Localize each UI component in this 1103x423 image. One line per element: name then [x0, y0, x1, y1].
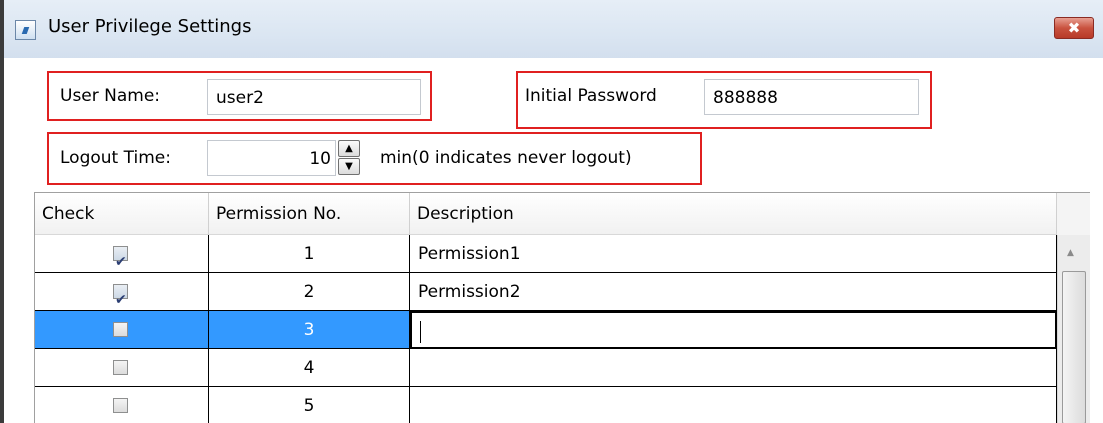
checkbox-unchecked[interactable] — [113, 322, 128, 337]
table-row[interactable]: 1 Permission1 — [35, 235, 1057, 281]
check-cell[interactable] — [35, 387, 209, 423]
logout-time-label: Logout Time: — [60, 148, 171, 168]
check-cell[interactable] — [35, 235, 209, 281]
check-cell[interactable] — [35, 273, 209, 319]
logout-time-field[interactable]: 10 — [207, 140, 336, 176]
checkbox-checked[interactable] — [113, 243, 128, 281]
table-row[interactable]: 5 — [35, 387, 1057, 423]
close-icon: ✖ — [1067, 19, 1081, 37]
scroll-up-icon[interactable]: ▲ — [1067, 248, 1074, 258]
description-cell[interactable]: Permission2 — [410, 273, 1057, 311]
logout-time-hint: min(0 indicates never logout) — [380, 148, 632, 168]
header-scroll-gap — [1057, 193, 1090, 235]
permission-no-cell: 3 — [209, 311, 410, 349]
table-row-selected[interactable]: 3 — [35, 311, 1057, 349]
password-label: Initial Password — [525, 86, 657, 106]
user-privilege-dialog: User Privilege Settings ✖ User Name: use… — [4, 0, 1103, 423]
checkbox-unchecked[interactable] — [113, 398, 128, 413]
text-caret — [420, 321, 421, 343]
description-cell[interactable] — [410, 387, 1057, 423]
column-header-check[interactable]: Check — [35, 193, 209, 235]
vertical-scrollbar[interactable]: ▲ — [1057, 235, 1090, 423]
spin-up-icon[interactable]: ▲ — [338, 140, 360, 157]
column-header-description[interactable]: Description — [410, 193, 1057, 235]
spin-down-icon[interactable]: ▼ — [338, 158, 360, 175]
check-cell[interactable] — [35, 311, 209, 349]
window-title: User Privilege Settings — [48, 16, 252, 37]
table-row[interactable]: 2 Permission2 — [35, 273, 1057, 319]
logout-time-stepper[interactable]: ▲ ▼ — [338, 140, 360, 176]
description-cell[interactable] — [410, 349, 1057, 387]
checkbox-unchecked[interactable] — [113, 360, 128, 375]
user-name-field[interactable]: user2 — [207, 79, 421, 115]
title-bar[interactable]: User Privilege Settings ✖ — [4, 0, 1103, 58]
close-button[interactable]: ✖ — [1054, 17, 1094, 39]
permission-no-cell: 5 — [209, 387, 410, 423]
check-cell[interactable] — [35, 349, 209, 387]
user-name-label: User Name: — [60, 86, 161, 106]
column-header-permission-no[interactable]: Permission No. — [209, 193, 410, 235]
table-row[interactable]: 4 — [35, 349, 1057, 387]
description-cell[interactable]: Permission1 — [410, 235, 1057, 273]
permission-table: Check Permission No. Description 1 Permi… — [34, 192, 1090, 423]
permission-no-cell: 4 — [209, 349, 410, 387]
description-edit-cell[interactable] — [410, 311, 1057, 349]
scrollbar-thumb[interactable] — [1062, 271, 1086, 423]
settings-window-icon — [15, 20, 36, 40]
permission-no-cell: 2 — [209, 273, 410, 311]
permission-no-cell: 1 — [209, 235, 410, 273]
checkbox-checked[interactable] — [113, 281, 128, 319]
initial-password-field[interactable]: 888888 — [704, 79, 919, 115]
